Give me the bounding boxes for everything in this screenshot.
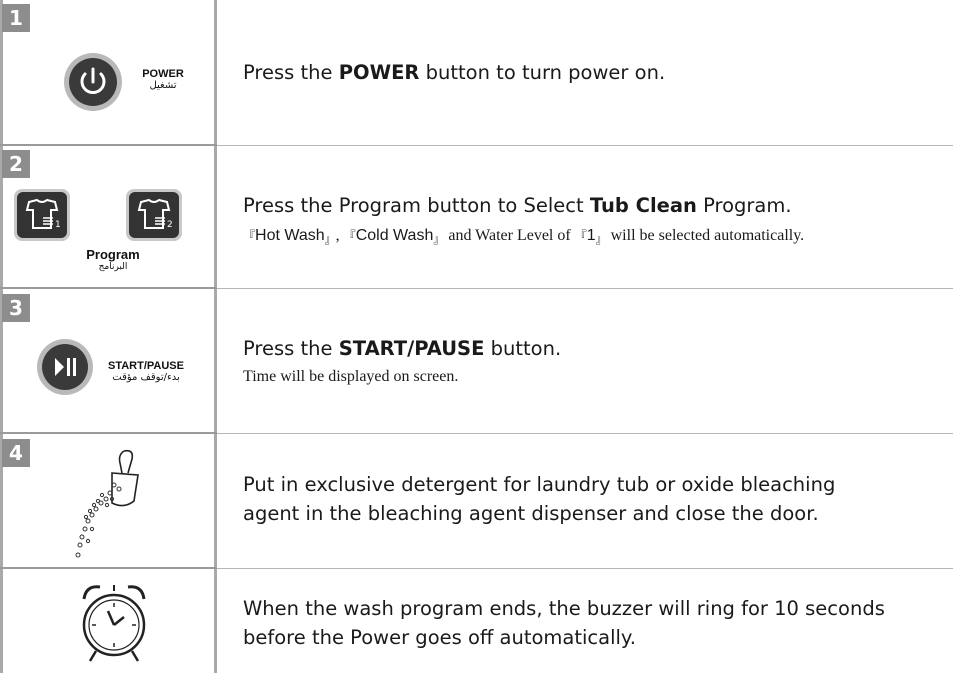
power-icon[interactable] — [63, 52, 123, 112]
row-divider — [217, 145, 953, 146]
play-pause-icon[interactable] — [36, 338, 94, 396]
text-segment: 1 — [586, 227, 596, 244]
text-bold: Tub Clean — [589, 194, 697, 217]
text-bold: START/PAUSE — [338, 337, 485, 360]
step-instruction: Press the START/PAUSE button. — [243, 335, 561, 363]
step-instruction-line: before the Power goes off automatically. — [243, 626, 636, 649]
row-divider — [217, 568, 953, 569]
bracket: 』 — [595, 234, 607, 246]
text-segment: Press the — [243, 337, 339, 360]
button-label: POWER — [142, 68, 184, 80]
step-number-badge: 2 — [2, 150, 30, 178]
text-segment: button to turn power on. — [419, 61, 666, 84]
bracket: 『 — [574, 229, 587, 243]
text-segment: Hot Wash — [255, 227, 325, 244]
start-pause-button-label: START/PAUSE بدء/توقف مؤقت — [100, 360, 192, 383]
alarm-clock-icon — [82, 585, 146, 662]
button-label: START/PAUSE — [108, 360, 184, 372]
bracket: 『 — [243, 229, 256, 243]
text-segment: button. — [484, 337, 562, 360]
shirt-program-icon[interactable]: 1 — [13, 188, 71, 242]
row-divider — [0, 144, 217, 146]
button-label-arabic: البرنامج — [98, 262, 128, 272]
bracket: 『 — [343, 229, 356, 243]
row-divider — [217, 433, 953, 434]
row-divider — [217, 288, 953, 289]
step-number-badge: 1 — [2, 4, 30, 32]
text-segment: Cold Wash — [355, 227, 434, 244]
row-divider — [0, 432, 217, 434]
step-sub-instruction: Time will be displayed on screen. — [243, 368, 459, 385]
step-instruction-line: When the wash program ends, the buzzer w… — [243, 597, 885, 620]
shirt-program-icon[interactable]: 2 — [125, 188, 183, 242]
step-number-badge: 3 — [2, 294, 30, 322]
step-instruction: Press the Program button to Select Tub C… — [243, 192, 792, 220]
text-segment: Program. — [696, 194, 792, 217]
row-divider — [0, 567, 217, 569]
text-segment: Press the Program button to Select — [243, 194, 590, 217]
bracket: 』 — [433, 234, 445, 246]
bracket: 』 — [324, 234, 336, 246]
button-label-arabic: تشغيل — [149, 80, 177, 91]
step-instruction-line: Put in exclusive detergent for laundry t… — [243, 473, 836, 496]
text-segment: will be selected automatically. — [606, 227, 805, 244]
text-segment: Press the — [243, 61, 339, 84]
step-sub-instruction: 『Hot Wash』, 『Cold Wash』 and Water Level … — [243, 227, 805, 246]
step-instruction-line: agent in the bleaching agent dispenser a… — [243, 502, 819, 525]
text-segment: , — [335, 227, 340, 244]
text-segment: and Water Level of — [444, 227, 575, 244]
text-bold: POWER — [338, 61, 420, 84]
svg-text:2: 2 — [167, 220, 173, 230]
button-label-arabic: بدء/توقف مؤقت — [112, 372, 180, 383]
program-button-label: Program البرنامج — [78, 247, 148, 272]
step-instruction: Press the POWER button to turn power on. — [243, 59, 665, 87]
power-button-label: POWER تشغيل — [133, 68, 193, 91]
step-number-badge: 4 — [2, 439, 30, 467]
detergent-scoop-icon — [75, 449, 139, 558]
row-divider — [0, 287, 217, 289]
button-label: Program — [86, 247, 140, 262]
svg-text:1: 1 — [55, 220, 61, 230]
